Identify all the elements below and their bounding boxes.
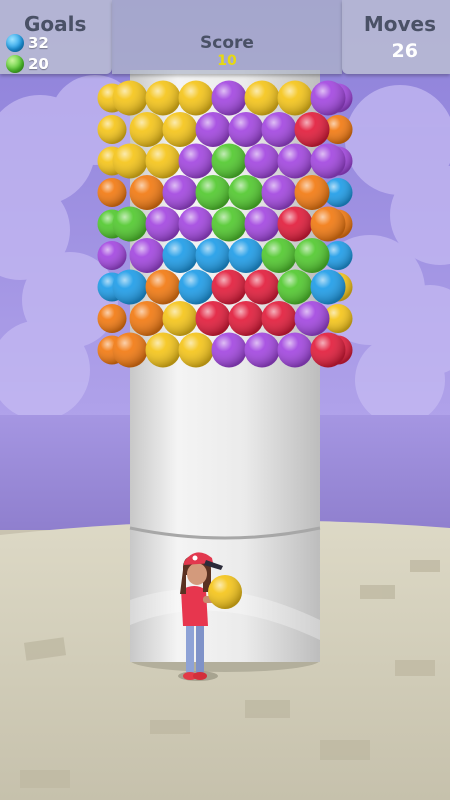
goal-green: 20	[6, 54, 49, 74]
bubble-yellow[interactable]	[112, 143, 148, 179]
bubble-edge[interactable]	[97, 241, 127, 270]
bubble-yellow[interactable]	[112, 80, 148, 116]
bubble-purple[interactable]	[244, 143, 280, 179]
bubble-blue[interactable]	[112, 269, 148, 305]
bubble-purple[interactable]	[310, 143, 346, 179]
bubble-purple[interactable]	[261, 112, 297, 147]
bubble-blue[interactable]	[195, 238, 231, 273]
bubble-green[interactable]	[228, 175, 264, 210]
bubble-orange[interactable]	[129, 175, 165, 210]
bubble-purple[interactable]	[162, 175, 198, 210]
bubble-yellow[interactable]	[145, 80, 181, 116]
bubble-blue[interactable]	[310, 269, 346, 305]
bubble-red[interactable]	[211, 269, 247, 305]
moves-panel: Moves 26	[342, 0, 450, 74]
hud-bar: Goals 32 20 Score 10 Moves 26	[0, 0, 450, 74]
bubble-yellow[interactable]	[162, 112, 198, 147]
bubble-orange[interactable]	[310, 206, 346, 242]
bubble-yellow[interactable]	[162, 301, 198, 336]
score-value: 10	[217, 53, 237, 69]
bubble-red[interactable]	[277, 206, 313, 242]
score-label: Score	[200, 33, 254, 53]
bubble-purple[interactable]	[244, 206, 280, 242]
bubble-edge[interactable]	[97, 178, 127, 207]
bubble-yellow[interactable]	[178, 332, 214, 368]
moves-label: Moves	[363, 12, 436, 36]
bubble-green[interactable]	[294, 238, 330, 273]
bubble-blue[interactable]	[162, 238, 198, 273]
bubble-purple[interactable]	[277, 332, 313, 368]
bubble-green[interactable]	[112, 206, 148, 242]
bubble-orange[interactable]	[112, 332, 148, 368]
held-ball[interactable]	[208, 575, 242, 609]
bubble-yellow[interactable]	[145, 143, 181, 179]
bubble-orange[interactable]	[129, 301, 165, 336]
bubble-yellow[interactable]	[145, 332, 181, 368]
bubble-edge[interactable]	[97, 304, 127, 333]
game-scene[interactable]	[0, 0, 450, 800]
bubble-purple[interactable]	[145, 206, 181, 242]
bubble-yellow[interactable]	[277, 80, 313, 116]
bubble-purple[interactable]	[261, 175, 297, 210]
bubble-green[interactable]	[261, 238, 297, 273]
score-panel: Score 10	[112, 0, 342, 74]
held-ball-sphere[interactable]	[208, 575, 242, 609]
bubble-green[interactable]	[211, 143, 247, 179]
bubble-purple[interactable]	[294, 301, 330, 336]
bubble-purple[interactable]	[178, 206, 214, 242]
bubble-green[interactable]	[211, 206, 247, 242]
moves-value: 26	[391, 40, 418, 62]
bubble-blue[interactable]	[228, 238, 264, 273]
bubble-red[interactable]	[294, 112, 330, 147]
bubble-cluster[interactable]	[97, 80, 353, 368]
green-bubble-icon	[6, 55, 24, 73]
goal-blue-count: 32	[28, 34, 49, 52]
blue-bubble-icon	[6, 34, 24, 52]
bubble-red[interactable]	[195, 301, 231, 336]
bubble-yellow[interactable]	[178, 80, 214, 116]
bubble-yellow[interactable]	[244, 80, 280, 116]
goal-blue: 32	[6, 33, 49, 53]
bubble-purple[interactable]	[211, 332, 247, 368]
bubble-purple[interactable]	[129, 238, 165, 273]
bubble-yellow[interactable]	[129, 112, 165, 147]
bubble-red[interactable]	[261, 301, 297, 336]
bubble-orange[interactable]	[145, 269, 181, 305]
goals-panel: Goals 32 20	[0, 0, 112, 74]
bubble-purple[interactable]	[228, 112, 264, 147]
goal-green-count: 20	[28, 55, 49, 73]
bubble-blue[interactable]	[178, 269, 214, 305]
bubble-red[interactable]	[244, 269, 280, 305]
bubble-purple[interactable]	[178, 143, 214, 179]
bubble-purple[interactable]	[195, 112, 231, 147]
bubble-purple[interactable]	[277, 143, 313, 179]
bubble-red[interactable]	[228, 301, 264, 336]
bubble-edge[interactable]	[97, 115, 127, 144]
bubble-green[interactable]	[195, 175, 231, 210]
bubble-purple[interactable]	[244, 332, 280, 368]
bubble-purple[interactable]	[310, 80, 346, 116]
bubble-purple[interactable]	[211, 80, 247, 116]
bubble-orange[interactable]	[294, 175, 330, 210]
bubble-red[interactable]	[310, 332, 346, 368]
bubble-green[interactable]	[277, 269, 313, 305]
